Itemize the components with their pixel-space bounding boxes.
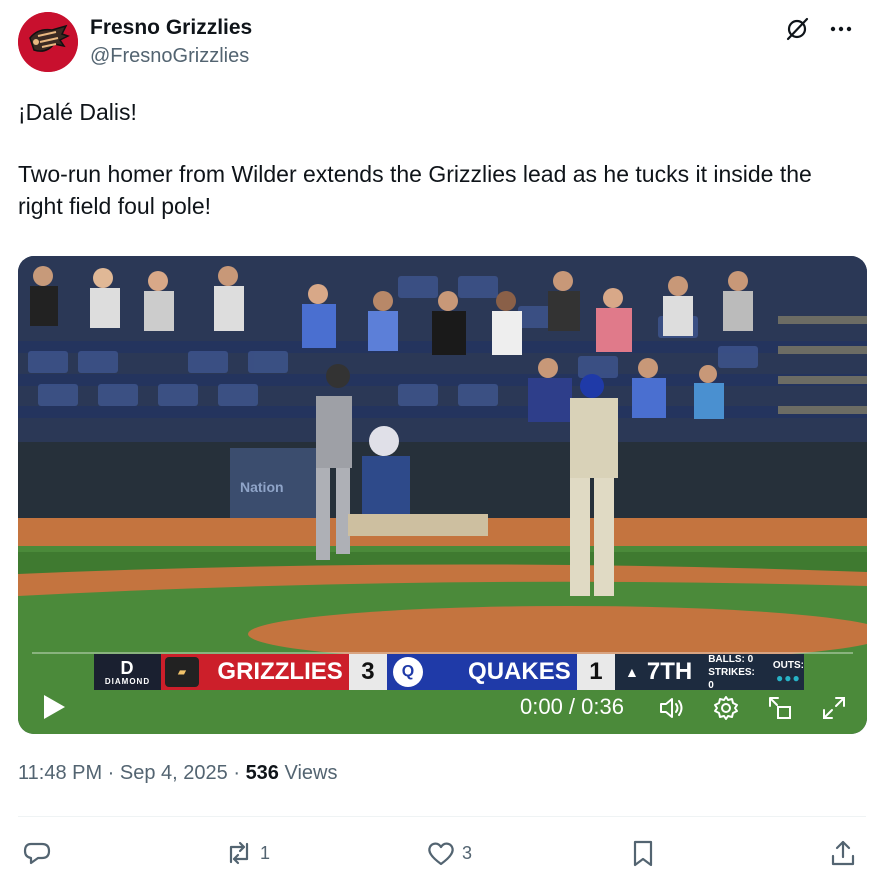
repost-count: 1	[260, 842, 271, 863]
share-button[interactable]	[828, 836, 858, 870]
play-icon[interactable]	[40, 692, 68, 722]
time-display: 0:00 / 0:36	[520, 694, 624, 719]
settings-icon[interactable]	[712, 694, 740, 722]
meta-separator: ·	[227, 762, 246, 784]
grizzly-claw-logo-icon	[18, 12, 78, 72]
action-bar: 1 3	[18, 836, 862, 870]
fullscreen-icon[interactable]	[820, 694, 848, 722]
author-names: Fresno Grizzlies @FresnoGrizzlies	[90, 14, 252, 70]
views-label: Views	[278, 762, 338, 784]
reply-icon	[23, 842, 51, 865]
grok-icon[interactable]	[784, 16, 810, 42]
heart-icon	[428, 842, 454, 866]
video-controls: 0:00 / 0:36	[18, 664, 867, 734]
video-player[interactable]: Nation D DIAMOND ▰ GRIZZLIES 3 Q QUAKES …	[18, 256, 867, 734]
repost-button[interactable]: 1	[224, 836, 270, 870]
handle[interactable]: @FresnoGrizzlies	[90, 42, 252, 70]
views-count: 536	[245, 762, 279, 784]
repost-icon	[229, 841, 249, 865]
svg-text:Nation: Nation	[240, 479, 284, 495]
tweet-header: Fresno Grizzlies @FresnoGrizzlies	[18, 12, 854, 74]
avatar[interactable]	[18, 12, 78, 72]
bookmark-button[interactable]	[628, 836, 658, 870]
tweet-line-2: Two-run homer from Wilder extends the Gr…	[18, 161, 812, 219]
divider	[18, 816, 866, 817]
tweet-date[interactable]: Sep 4, 2025	[120, 762, 228, 784]
bookmark-icon	[633, 840, 653, 867]
tweet-text: ¡Dalé Dalis! Two-run homer from Wilder e…	[18, 96, 854, 222]
meta-separator: ·	[102, 762, 120, 784]
more-icon[interactable]	[828, 16, 854, 42]
like-count: 3	[462, 842, 473, 863]
reply-button[interactable]	[22, 836, 58, 870]
share-icon	[831, 840, 855, 866]
tweet-time[interactable]: 11:48 PM	[18, 762, 102, 784]
tweet-line-1: ¡Dalé Dalis!	[18, 99, 137, 125]
tweet-meta: 11:48 PM · Sep 4, 2025 · 536 Views	[18, 762, 337, 785]
pip-icon[interactable]	[766, 694, 794, 722]
volume-icon[interactable]	[658, 694, 686, 722]
like-button[interactable]: 3	[426, 836, 472, 870]
display-name[interactable]: Fresno Grizzlies	[90, 14, 252, 42]
